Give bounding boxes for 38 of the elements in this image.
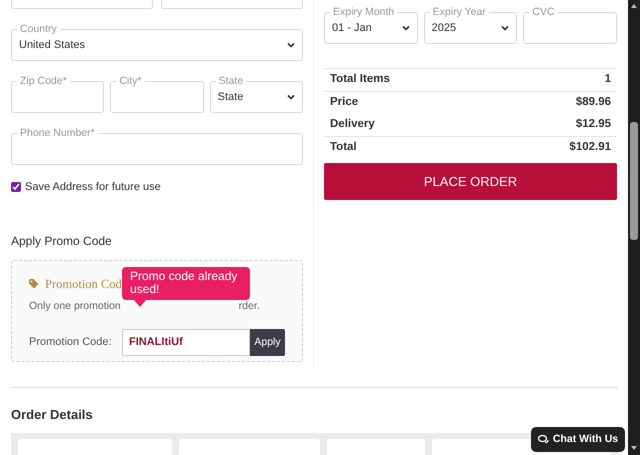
- promo-heading: Promotion Cod: [45, 276, 122, 292]
- field-label: City*: [116, 74, 144, 88]
- field-label: Expiry Month: [330, 5, 398, 19]
- checkbox[interactable]: [11, 182, 21, 192]
- section-title: Order Details: [11, 406, 94, 424]
- section-title: Apply Promo Code: [11, 232, 113, 250]
- summary-value: 1: [604, 72, 611, 88]
- select-value: United States: [19, 38, 86, 53]
- chevron-icon: [501, 25, 510, 31]
- field-label: Country: [17, 22, 60, 36]
- field-label: Zip Code*: [17, 74, 70, 88]
- summary-label: Total Items: [330, 72, 390, 88]
- summary-value: $12.95: [576, 117, 611, 132]
- chevron-icon: [287, 42, 295, 48]
- chat-button[interactable]: Chat With Us: [531, 427, 625, 452]
- apply-button[interactable]: Apply: [250, 329, 285, 356]
- summary-value: $102.91: [569, 140, 611, 156]
- input-field[interactable]: [11, 0, 153, 9]
- checkbox-label: Save Address for future use: [25, 180, 161, 195]
- chevron-icon: [402, 25, 410, 31]
- select-value: 2025: [432, 20, 456, 36]
- chevron-icon: [286, 94, 295, 100]
- chat-icon: [538, 435, 549, 444]
- summary-label: Delivery: [330, 117, 375, 132]
- select-value: 01 - Jan: [332, 20, 372, 36]
- scrollbar[interactable]: [628, 0, 640, 455]
- input-field[interactable]: [161, 0, 303, 9]
- promo-note: rder.: [238, 299, 260, 314]
- place-order-button[interactable]: PLACE ORDER: [324, 163, 617, 200]
- tag-icon: [29, 278, 41, 289]
- summary-label: Total: [330, 140, 357, 156]
- select-value: State: [218, 90, 244, 105]
- field-label: Promotion Code:: [29, 335, 113, 350]
- summary-value: $89.96: [576, 95, 611, 110]
- summary-label: Price: [330, 95, 358, 110]
- promo-code-field[interactable]: FINALItiUf: [122, 329, 250, 356]
- field-label: Expiry Year: [430, 5, 489, 19]
- promo-note: Only one promotion: [29, 299, 121, 314]
